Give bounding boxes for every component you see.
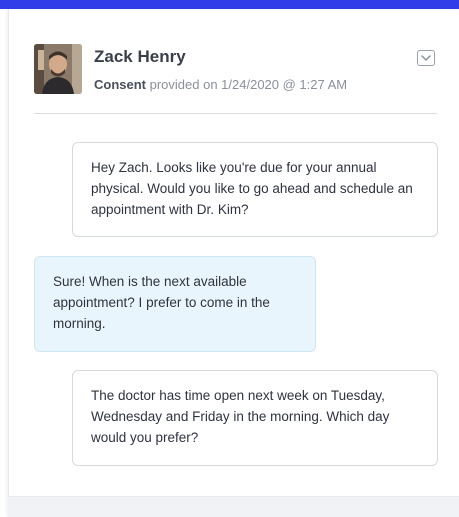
contact-name: Zack Henry: [94, 47, 186, 66]
chevron-down-icon: [421, 54, 431, 61]
composer-area[interactable]: [8, 496, 459, 517]
message-bubble-incoming: Sure! When is the next available appoint…: [34, 256, 316, 352]
header-divider: [34, 113, 437, 114]
header-dropdown-button[interactable]: [417, 50, 435, 66]
message-bubble-outgoing: The doctor has time open next week on Tu…: [72, 370, 438, 466]
consent-label: Consent: [94, 77, 146, 92]
top-accent-bar: [0, 0, 459, 9]
consent-timestamp: provided on 1/24/2020 @ 1:27 AM: [149, 77, 348, 92]
consent-status: Consent provided on 1/24/2020 @ 1:27 AM: [94, 77, 347, 92]
user-photo-icon: [34, 44, 82, 94]
contact-avatar: [34, 44, 82, 94]
message-bubble-outgoing: Hey Zach. Looks like you're due for your…: [72, 142, 438, 237]
